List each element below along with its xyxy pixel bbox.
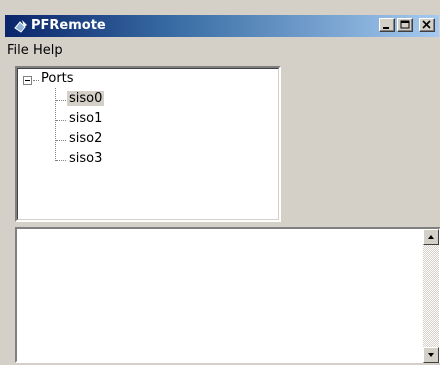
tree-item-siso1[interactable]: siso1 [69,111,102,126]
collapse-icon[interactable] [23,76,32,85]
tree-item-siso2[interactable]: siso2 [69,131,102,146]
maximize-button[interactable] [397,18,413,32]
title-bar[interactable]: PFRemote [5,15,439,37]
scroll-down-button[interactable] [423,347,439,363]
tree-root-ports[interactable]: Ports [41,71,74,86]
arrow-up-icon [428,235,434,239]
output-pane[interactable] [15,227,440,363]
arrow-down-icon [428,353,434,357]
menu-file[interactable]: File [7,43,29,58]
minimize-button[interactable] [379,18,395,32]
scroll-up-button[interactable] [423,229,439,245]
menu-help[interactable]: Help [33,43,63,58]
tree-connector [56,100,66,102]
tree-connector [56,120,66,122]
tree-item-siso3[interactable]: siso3 [69,151,102,166]
app-window: PFRemote File Help Ports siso0 siso1 sis… [0,0,440,363]
ports-tree[interactable]: Ports siso0 siso1 siso2 siso3 [15,66,281,222]
tree-item-siso0[interactable]: siso0 [67,91,105,106]
menu-bar: File Help [5,39,439,61]
tree-connector [56,160,66,162]
app-icon [13,18,29,34]
tree-connector [56,140,66,142]
window-title: PFRemote [31,18,106,33]
vertical-scrollbar[interactable] [423,229,439,363]
tree-connector [33,80,39,82]
tree-connector [55,88,57,161]
close-button[interactable] [419,18,435,32]
